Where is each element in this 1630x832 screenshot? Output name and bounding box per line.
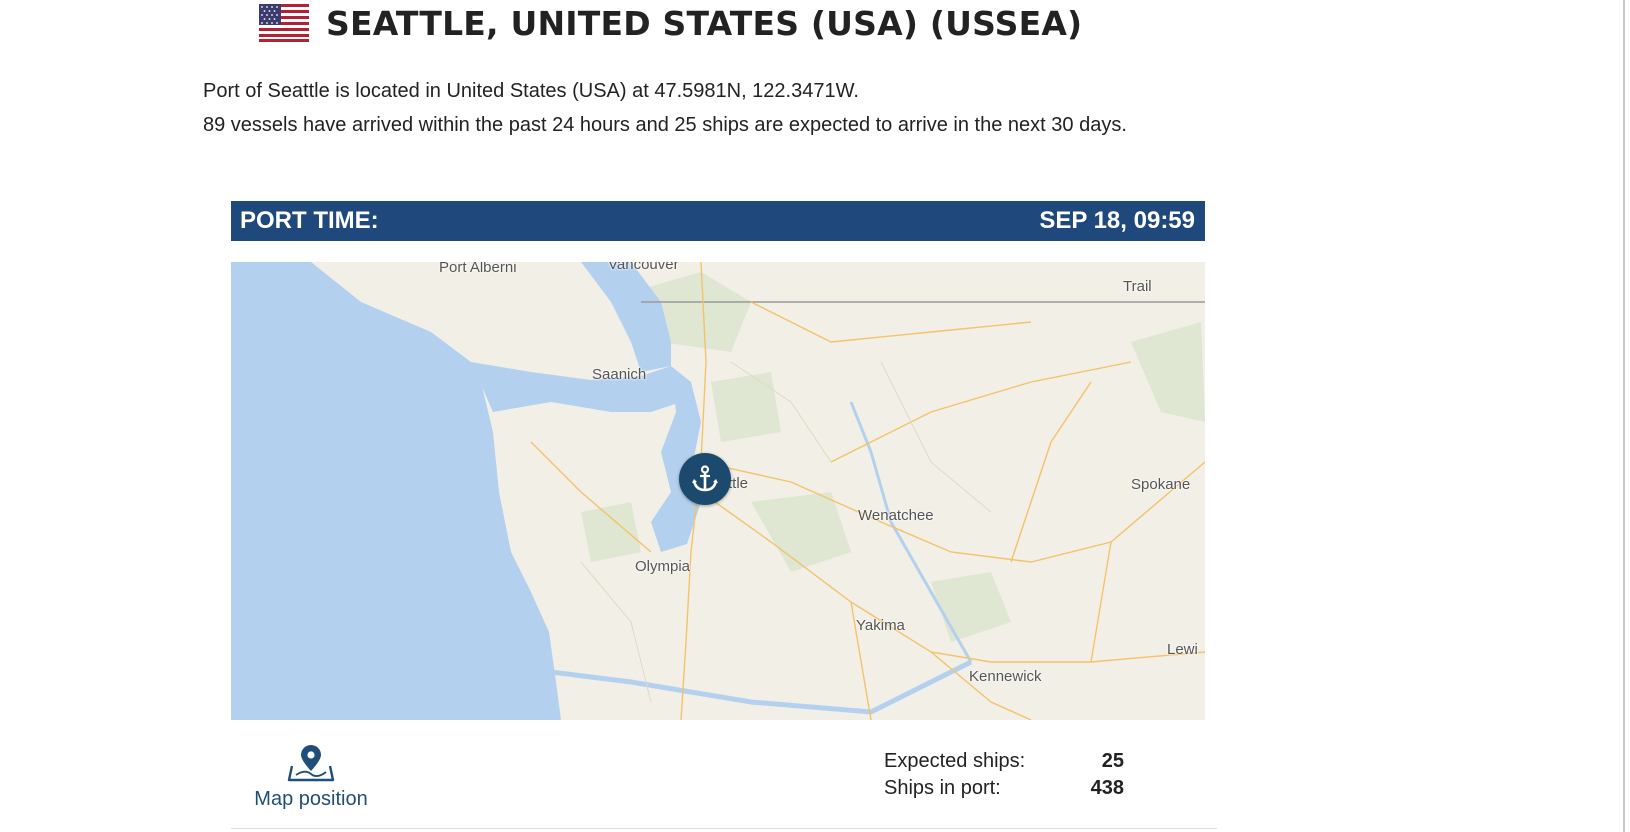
ships-in-port-row: Ships in port: 438 <box>884 775 1124 802</box>
section-divider <box>231 828 1217 829</box>
port-time-label: PORT TIME: <box>240 207 379 234</box>
port-anchor-marker[interactable] <box>679 453 731 505</box>
map-label-port-alberni: Port Alberni <box>439 262 517 276</box>
expected-ships-row: Expected ships: 25 <box>884 748 1124 775</box>
map-position-button[interactable]: Map position <box>246 744 376 811</box>
map-label-trail: Trail <box>1123 278 1152 295</box>
map-label-seattle: ttle <box>728 475 749 492</box>
map-pin-icon <box>246 744 376 782</box>
expected-ships-label: Expected ships: <box>884 750 1026 772</box>
port-time-value: SEP 18, 09:59 <box>1039 207 1195 234</box>
port-location-text: Port of Seattle is located in United Sta… <box>203 80 859 102</box>
map-label-lewi: Lewi <box>1167 641 1198 658</box>
map-label-wenatchee: Wenatchee <box>858 507 934 524</box>
page-title: SEATTLE, UNITED STATES (USA) (USSEA) <box>326 3 1083 43</box>
port-stats: Expected ships: 25 Ships in port: 438 <box>884 748 1124 802</box>
expected-ships-value: 25 <box>1101 750 1124 772</box>
anchor-icon <box>690 464 720 494</box>
map-label-kennewick: Kennewick <box>969 668 1042 685</box>
port-time-bar: PORT TIME: SEP 18, 09:59 <box>231 201 1205 241</box>
port-map[interactable]: Port Alberni Vancouver Trail Saanich ttl… <box>231 262 1205 720</box>
us-flag-icon <box>259 4 309 42</box>
page-header: SEATTLE, UNITED STATES (USA) (USSEA) <box>259 0 1082 46</box>
port-arrivals-text: 89 vessels have arrived within the past … <box>203 114 1127 136</box>
map-position-label: Map position <box>254 788 368 810</box>
map-label-yakima: Yakima <box>856 617 905 634</box>
ships-in-port-label: Ships in port: <box>884 777 1001 799</box>
map-label-spokane: Spokane <box>1131 476 1191 493</box>
map-label-vancouver: Vancouver <box>608 262 679 273</box>
ships-in-port-value: 438 <box>1090 777 1124 799</box>
map-label-saanich: Saanich <box>592 366 647 383</box>
map-label-olympia: Olympia <box>635 558 691 575</box>
page-scroll-edge <box>1623 0 1625 832</box>
